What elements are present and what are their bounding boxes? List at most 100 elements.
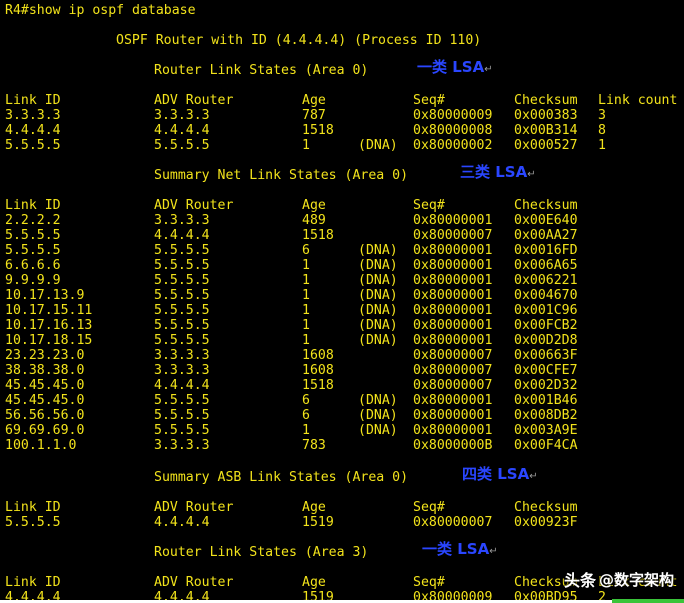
table-cell: 5.5.5.5 [154, 303, 210, 318]
annotation-text: 一类 LSA [417, 58, 485, 76]
column-header: Seq# [413, 93, 445, 108]
column-header: Checksum [514, 198, 578, 213]
table-cell: 0x006A65 [514, 258, 578, 273]
table-cell: 3.3.3.3 [5, 108, 61, 123]
table-cell: 1608 [302, 348, 334, 363]
table-cell: (DNA) [358, 423, 398, 438]
table-cell: 787 [302, 108, 326, 123]
terminal-window[interactable]: R4#show ip ospf database OSPF Router with… [0, 0, 684, 600]
table-cell: 1519 [302, 590, 334, 600]
table-cell: 69.69.69.0 [5, 423, 85, 438]
table-cell: 1 [302, 303, 310, 318]
table-cell: 0x80000001 [413, 243, 493, 258]
table-cell: 0x00CFE7 [514, 363, 578, 378]
lsa-type-annotation: 三类 LSA↵ [460, 165, 536, 182]
table-cell: (DNA) [358, 138, 398, 153]
table-cell: 0x001B46 [514, 393, 578, 408]
table-cell: 6 [302, 243, 310, 258]
table-cell: 0x000527 [514, 138, 578, 153]
column-header: Link ID [5, 575, 61, 590]
table-cell: 23.23.23.0 [5, 348, 85, 363]
return-mark-icon: ↵ [489, 546, 498, 557]
table-cell: 4.4.4.4 [5, 590, 61, 600]
table-cell: 5.5.5.5 [154, 243, 210, 258]
table-cell: 3.3.3.3 [154, 108, 210, 123]
table-cell: 783 [302, 438, 326, 453]
table-cell: 0x00BD95 [514, 590, 578, 600]
table-cell: 0x80000001 [413, 288, 493, 303]
annotation-text: 三类 LSA [460, 163, 528, 181]
lsa-type-annotation: 一类 LSA↵ [422, 542, 498, 559]
table-cell: (DNA) [358, 243, 398, 258]
table-cell: 0x00663F [514, 348, 578, 363]
table-cell: 0x80000007 [413, 515, 493, 530]
column-header: Age [302, 198, 326, 213]
column-header: Link count [598, 93, 678, 108]
table-cell: 3.3.3.3 [154, 363, 210, 378]
ospf-process-header-text: OSPF Router with ID (4.4.4.4) (Process I… [116, 33, 482, 48]
column-header: ADV Router [154, 93, 234, 108]
table-cell: 0x00D2D8 [514, 333, 578, 348]
table-cell: (DNA) [358, 393, 398, 408]
table-cell: (DNA) [358, 288, 398, 303]
table-cell: 5.5.5.5 [154, 138, 210, 153]
table-cell: (DNA) [358, 273, 398, 288]
table-cell: 3 [598, 108, 606, 123]
table-cell: 1 [598, 138, 606, 153]
table-cell: 5.5.5.5 [154, 333, 210, 348]
table-cell: 0x80000007 [413, 228, 493, 243]
table-cell: 2 [598, 590, 606, 600]
table-cell: 0x80000001 [413, 333, 493, 348]
table-cell: 4.4.4.4 [154, 515, 210, 530]
table-cell: 0x80000002 [413, 138, 493, 153]
table-cell: 5.5.5.5 [154, 408, 210, 423]
table-cell: 1518 [302, 228, 334, 243]
table-cell: 0x006221 [514, 273, 578, 288]
column-header: Age [302, 575, 326, 590]
table-cell: 0x80000001 [413, 303, 493, 318]
table-cell: 10.17.15.11 [5, 303, 93, 318]
table-cell: 3.3.3.3 [154, 213, 210, 228]
table-cell: 0x80000001 [413, 393, 493, 408]
table-cell: 5.5.5.5 [154, 258, 210, 273]
table-cell: 0x80000007 [413, 378, 493, 393]
table-cell: 4.4.4.4 [154, 378, 210, 393]
table-cell: 0x00F4CA [514, 438, 578, 453]
table-cell: 4.4.4.4 [5, 123, 61, 138]
table-cell: 0x0016FD [514, 243, 578, 258]
table-cell: 9.9.9.9 [5, 273, 61, 288]
green-progress-strip [612, 599, 684, 603]
table-cell: 0x80000009 [413, 108, 493, 123]
table-cell: 5.5.5.5 [154, 423, 210, 438]
table-cell: 100.1.1.0 [5, 438, 77, 453]
table-cell: 0x002D32 [514, 378, 578, 393]
table-cell: 0x80000008 [413, 123, 493, 138]
table-cell: 0x008DB2 [514, 408, 578, 423]
table-cell: 6 [302, 408, 310, 423]
section-title-text: Summary Net Link States (Area 0) [154, 168, 409, 183]
lsa-type-annotation: 四类 LSA↵ [462, 467, 538, 484]
table-cell: (DNA) [358, 333, 398, 348]
table-cell: (DNA) [358, 318, 398, 333]
table-cell: 8 [598, 123, 606, 138]
annotation-text: 一类 LSA [422, 540, 490, 558]
table-cell: 5.5.5.5 [154, 318, 210, 333]
table-cell: 4.4.4.4 [154, 123, 210, 138]
table-cell: 1 [302, 138, 310, 153]
table-cell: 0x00AA27 [514, 228, 578, 243]
table-cell: 1 [302, 333, 310, 348]
return-mark-icon: ↵ [527, 169, 536, 180]
table-cell: (DNA) [358, 408, 398, 423]
table-cell: 2.2.2.2 [5, 213, 61, 228]
table-cell: 0x80000001 [413, 258, 493, 273]
column-header: Seq# [413, 198, 445, 213]
column-header: ADV Router [154, 198, 234, 213]
table-cell: 5.5.5.5 [5, 515, 61, 530]
table-cell: 45.45.45.0 [5, 378, 85, 393]
table-cell: 0x003A9E [514, 423, 578, 438]
table-cell: 0x004670 [514, 288, 578, 303]
table-cell: 0x80000001 [413, 213, 493, 228]
table-cell: 0x80000001 [413, 423, 493, 438]
column-header: ADV Router [154, 575, 234, 590]
section-title-text: Summary ASB Link States (Area 0) [154, 470, 409, 485]
